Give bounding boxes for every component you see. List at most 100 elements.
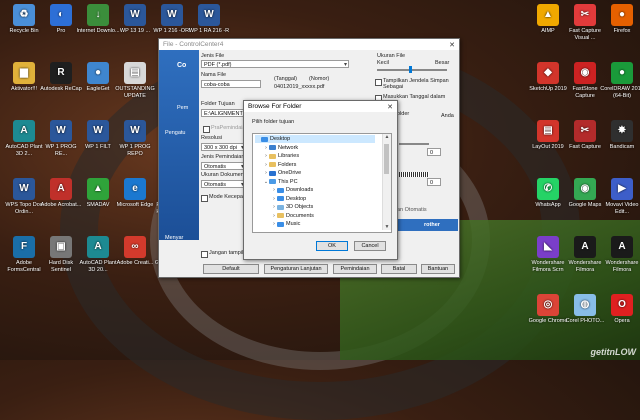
scroll-down-icon[interactable]: ▼ <box>383 224 391 230</box>
eagleget-icon: ● <box>87 62 109 84</box>
brightness-slider[interactable] <box>399 143 429 145</box>
tree-item[interactable]: › 3D Objects <box>255 203 313 211</box>
word-icon: W <box>198 4 220 26</box>
controlcenter-titlebar: File - ControlCenter4 ✕ <box>159 39 459 50</box>
tree-scrollbar[interactable]: ▲ ▼ <box>382 134 391 230</box>
tree-item[interactable]: › Desktop <box>255 195 306 203</box>
tree-item[interactable]: ⌄ This PC <box>255 178 298 186</box>
ukuran-dokumen-select[interactable]: Otomatis <box>201 180 246 188</box>
creative-cloud-icon: ∞ <box>124 236 146 258</box>
pengaturan-lanjutan-button[interactable]: Pengaturan Lanjutan <box>264 264 328 274</box>
desktop-icon <box>277 196 284 201</box>
hdsentinel-icon: ▣ <box>50 236 72 258</box>
tree-item[interactable]: › OneDrive <box>255 169 301 177</box>
brother-text: rother <box>424 222 440 228</box>
default-button[interactable]: Default <box>203 264 259 274</box>
anda-label: Anda <box>441 113 454 119</box>
brightness-value[interactable]: 0 <box>427 148 441 156</box>
ukuran-file-slider[interactable] <box>377 69 447 71</box>
menyar-text: Menyar <box>165 235 184 241</box>
tree-item-label: Downloads <box>286 187 314 193</box>
folder-icon <box>269 162 276 167</box>
fastcapture-icon: ✂ <box>574 4 596 26</box>
chrome-icon: ◎ <box>537 294 559 316</box>
downloads-icon <box>277 187 284 193</box>
ukuran-file-slider-thumb[interactable] <box>409 66 412 73</box>
jenis-pemindaian-select[interactable]: Otomatis <box>201 162 246 170</box>
corel-photo-icon: ◍ <box>574 294 596 316</box>
kecil-label: Kecil <box>377 60 389 66</box>
desktop-shortcut-label: Bandicam <box>609 144 635 150</box>
word-icon: W <box>124 4 146 26</box>
folder-tree[interactable]: Desktop › Network › Libraries › Folders › OneDri… <box>252 133 392 233</box>
desktop-shortcut[interactable]: W WP 1 RA 216 -R <box>187 4 231 35</box>
sketchup-icon: ◆ <box>537 62 559 84</box>
tampilkan-checkbox[interactable] <box>375 79 382 86</box>
desktop-shortcut-label: CorelDRAW 2018 (64-Bit) <box>600 86 640 99</box>
browse-titlebar: Browse For Folder ✕ <box>244 101 397 112</box>
this-pc-icon <box>269 179 276 184</box>
formscentral-icon: F <box>13 236 35 258</box>
tanggal-value: 04012019_xxxxx.pdf <box>274 84 325 90</box>
desktop-shortcut[interactable]: ✸ Bandicam <box>600 120 640 151</box>
scrollbar-thumb[interactable] <box>384 144 389 174</box>
faststone-icon: ◉ <box>574 62 596 84</box>
desktop-icon <box>261 136 268 142</box>
jangan-tampilkan-checkbox[interactable] <box>201 251 208 258</box>
tree-item[interactable]: Desktop <box>255 135 375 143</box>
nomor-label: (Nomor) <box>309 76 330 82</box>
besar-label: Besar <box>435 60 450 66</box>
firefox-icon: ● <box>611 4 633 26</box>
bantuan-button[interactable]: Bantuan <box>421 264 455 274</box>
folder-tujuan-input[interactable]: E:\ALIGNMENT SHEE <box>201 109 246 117</box>
autocad-plant3d-icon: A <box>13 120 35 142</box>
tree-item[interactable]: › Downloads <box>255 186 313 194</box>
contrast-slider[interactable] <box>399 172 429 177</box>
bandicam-icon: ✸ <box>611 120 633 142</box>
banner-text: Co <box>177 62 187 69</box>
close-icon[interactable]: ✕ <box>383 101 397 112</box>
jenis-file-label: Jenis File <box>201 53 225 59</box>
pemindaian-button[interactable]: Pemindaian <box>333 264 377 274</box>
ukuran-dokumen-label: Ukuran Dokumen <box>201 172 244 178</box>
tree-item[interactable]: › Documents <box>255 212 314 220</box>
close-icon[interactable]: ✕ <box>445 39 459 50</box>
tanggal-label: (Tanggal) <box>274 76 297 82</box>
desktop-shortcut-label: Wondershare Filmora <box>605 260 639 273</box>
acrobat-icon: A <box>50 178 72 200</box>
tree-item[interactable]: › Folders <box>255 161 296 169</box>
scroll-up-icon[interactable]: ▲ <box>383 134 391 140</box>
batal-button[interactable]: Batal <box>381 264 417 274</box>
jenis-file-select[interactable]: PDF (*.pdf) <box>201 60 349 68</box>
tree-item[interactable]: › Network <box>255 144 298 152</box>
older-label: older <box>397 111 410 117</box>
nama-file-input[interactable]: coba-coba <box>201 80 261 88</box>
prapemindaian-checkbox[interactable] <box>203 126 210 133</box>
ok-button[interactable]: OK <box>316 241 348 251</box>
recycle-bin-icon: ♻ <box>13 4 35 26</box>
desktop-shortcut[interactable]: A Wondershare Filmora <box>600 236 640 273</box>
tree-item[interactable]: › Music <box>255 220 300 228</box>
resolusi-select[interactable]: 300 x 300 dpi <box>201 143 246 151</box>
mode-kecepatan-checkbox[interactable] <box>201 195 208 202</box>
cancel-button[interactable]: Cancel <box>354 241 386 251</box>
libraries-icon <box>269 153 276 159</box>
contrast-value[interactable]: 0 <box>427 178 441 186</box>
desktop-shortcut[interactable]: O Opera <box>600 294 640 325</box>
desktop-shortcut[interactable]: ● Firefox <box>600 4 640 35</box>
word-icon: W <box>50 120 72 142</box>
folder-tujuan-label: Folder Tujuan <box>201 101 235 107</box>
tree-item-label: Music <box>286 221 301 227</box>
tree-item-label: Network <box>278 144 299 151</box>
folder-icon: ▆ <box>13 62 35 84</box>
desktop-shortcut[interactable]: ▶ Movavi Video Edit... <box>600 178 640 215</box>
tree-item-label: Documents <box>286 212 314 219</box>
google-maps-icon: ◉ <box>574 178 596 200</box>
opera-icon: O <box>611 294 633 316</box>
tree-item[interactable]: › Libraries <box>255 152 299 160</box>
browse-title: Browse For Folder <box>248 103 302 110</box>
desktop-shortcut-label: Opera <box>614 318 630 324</box>
filmora-scrn-icon: ◣ <box>537 236 559 258</box>
desktop-shortcut[interactable]: ● CorelDRAW 2018 (64-Bit) <box>600 62 640 99</box>
desktop-shortcut-label: Firefox <box>613 28 631 34</box>
